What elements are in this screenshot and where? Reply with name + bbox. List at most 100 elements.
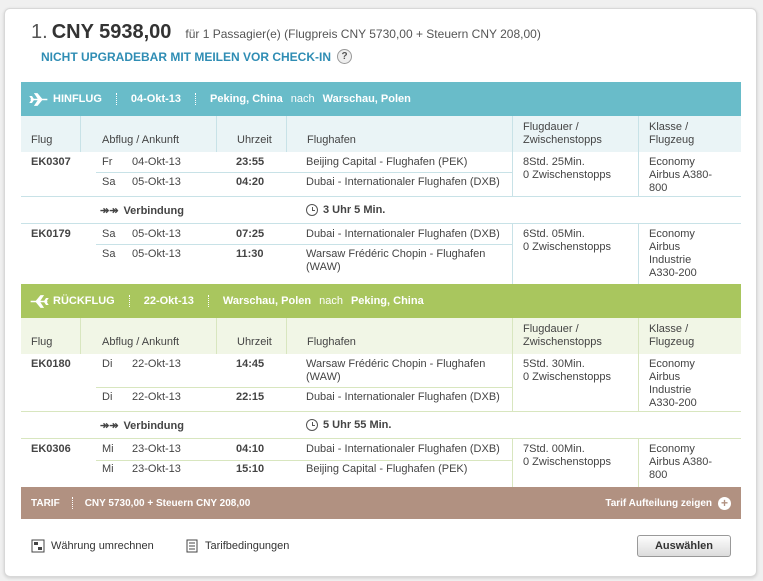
date: 23-Okt-13 bbox=[132, 443, 181, 455]
col-class-line1: Klasse / bbox=[649, 121, 689, 133]
airport: Dubai - Internationaler Flughafen (DXB) bbox=[306, 176, 500, 188]
grid-line bbox=[286, 318, 287, 354]
day: Mi bbox=[102, 443, 114, 455]
time: 04:20 bbox=[236, 176, 265, 188]
grid-line bbox=[512, 318, 513, 411]
aircraft: Airbus bbox=[649, 241, 681, 253]
col-duration-line1: Flugdauer / bbox=[523, 323, 579, 335]
airport: Warsaw Frédéric Chopin - Flughafen bbox=[306, 248, 486, 260]
col-duration-line2: Zwischenstopps bbox=[523, 336, 602, 348]
grid-line bbox=[80, 318, 81, 354]
stops: 0 Zwischenstopps bbox=[523, 371, 612, 383]
connection-label: Verbindung bbox=[123, 204, 184, 217]
help-icon[interactable]: ? bbox=[337, 49, 352, 64]
connection-time-row: 3 Uhr 5 Min. bbox=[306, 204, 385, 216]
time: 15:10 bbox=[236, 463, 265, 475]
tarif-breakdown: CNY 5730,00 + Steuern CNY 208,00 bbox=[84, 497, 251, 509]
airport: Dubai - Internationaler Flughafen (DXB) bbox=[306, 391, 500, 403]
date: 22-Okt-13 bbox=[132, 358, 181, 370]
grid-line bbox=[216, 318, 217, 354]
class: Economy bbox=[649, 228, 695, 240]
time: 04:10 bbox=[236, 443, 265, 455]
grid-line bbox=[21, 223, 741, 224]
aircraft: Airbus A380- bbox=[649, 169, 712, 181]
price-summary: 1. CNY 5938,00 für 1 Passagier(e) (Flugp… bbox=[31, 21, 541, 44]
aircraft: 800 bbox=[649, 182, 668, 194]
return-date: 22-Okt-13 bbox=[143, 295, 194, 307]
fare-option-card: 1. CNY 5938,00 für 1 Passagier(e) (Flugp… bbox=[4, 8, 757, 577]
aircraft: A330-200 bbox=[649, 267, 697, 279]
date: 05-Okt-13 bbox=[132, 176, 181, 188]
divider bbox=[128, 295, 130, 307]
select-button[interactable]: Auswählen bbox=[637, 535, 731, 557]
tariff-terms-label[interactable]: Tarifbedingungen bbox=[205, 540, 289, 552]
connection-time: 3 Uhr 5 Min. bbox=[323, 204, 386, 216]
connection-time-row: 5 Uhr 55 Min. bbox=[306, 419, 391, 431]
return-to-word: nach bbox=[319, 295, 343, 307]
return-column-header: Flug Abflug / Ankunft Uhrzeit Flughafen … bbox=[21, 318, 741, 354]
clock-icon bbox=[306, 419, 318, 431]
stops: 0 Zwischenstopps bbox=[523, 456, 612, 468]
duration: 7Std. 00Min. bbox=[523, 443, 585, 455]
grid-line bbox=[216, 116, 217, 152]
grid-line bbox=[638, 223, 639, 284]
document-icon bbox=[186, 539, 198, 553]
date: 05-Okt-13 bbox=[132, 228, 181, 240]
grid-line bbox=[512, 223, 513, 284]
total-price: CNY 5938,00 bbox=[51, 21, 172, 43]
flight-number: EK0180 bbox=[31, 358, 71, 370]
plus-icon[interactable]: + bbox=[718, 496, 731, 510]
col-flight: Flug bbox=[31, 134, 53, 146]
divider bbox=[207, 295, 209, 307]
time: 23:55 bbox=[236, 156, 265, 168]
date: 04-Okt-13 bbox=[132, 156, 181, 168]
aircraft: Industrie bbox=[649, 384, 692, 396]
col-class-line2: Flugzeug bbox=[649, 336, 695, 348]
outbound-origin: Peking, China bbox=[210, 93, 283, 105]
col-airport: Flughafen bbox=[307, 336, 356, 348]
airport: Warsaw Frédéric Chopin - Flughafen bbox=[306, 358, 486, 370]
return-label: RÜCKFLUG bbox=[53, 295, 115, 307]
return-header: RÜCKFLUG 22-Okt-13 Warschau, Polen nach … bbox=[21, 284, 741, 318]
grid-line bbox=[96, 460, 512, 461]
time: 07:25 bbox=[236, 228, 265, 240]
flight-number: EK0307 bbox=[31, 156, 71, 168]
return-origin: Warschau, Polen bbox=[222, 295, 312, 307]
col-time: Uhrzeit bbox=[237, 134, 272, 146]
tarif-details-link[interactable]: Tarif Aufteilung zeigen + bbox=[605, 496, 731, 510]
col-duration-line2: Zwischenstopps bbox=[523, 134, 602, 146]
outbound-date: 04-Okt-13 bbox=[130, 93, 182, 105]
grid-line bbox=[512, 116, 513, 196]
grid-line bbox=[96, 244, 512, 245]
class: Economy bbox=[649, 358, 695, 370]
airport-code: (WAW) bbox=[306, 261, 341, 273]
date: 05-Okt-13 bbox=[132, 248, 181, 260]
flight-number: EK0179 bbox=[31, 228, 71, 240]
tarif-bar: TARIF CNY 5730,00 + Steuern CNY 208,00 T… bbox=[21, 487, 741, 519]
class: Economy bbox=[649, 156, 695, 168]
grid-line bbox=[96, 387, 512, 388]
currency-convert-label[interactable]: Währung umrechnen bbox=[51, 540, 154, 552]
tarif-details-label[interactable]: Tarif Aufteilung zeigen bbox=[605, 498, 712, 509]
day: Sa bbox=[102, 248, 116, 260]
aircraft: Airbus bbox=[649, 371, 681, 383]
divider bbox=[195, 93, 197, 105]
grid-line bbox=[638, 116, 639, 196]
passenger-price-breakdown: für 1 Passagier(e) (Flugpreis CNY 5730,0… bbox=[185, 27, 541, 41]
tariff-terms-link[interactable]: Tarifbedingungen bbox=[185, 539, 289, 553]
outbound-to-word: nach bbox=[290, 93, 315, 105]
col-class-line2: Flugzeug bbox=[649, 134, 695, 146]
time: 11:30 bbox=[236, 248, 264, 260]
airport: Beijing Capital - Flughafen (PEK) bbox=[306, 463, 468, 475]
outbound-column-header: Flug Abflug / Ankunft Uhrzeit Flughafen … bbox=[21, 116, 741, 152]
airport: Dubai - Internationaler Flughafen (DXB) bbox=[306, 443, 500, 455]
date: 22-Okt-13 bbox=[132, 391, 181, 403]
grid-line bbox=[512, 438, 513, 487]
currency-convert-link[interactable]: Währung umrechnen bbox=[31, 539, 154, 553]
grid-line bbox=[286, 116, 287, 152]
grid-line bbox=[638, 438, 639, 487]
stops: 0 Zwischenstopps bbox=[523, 169, 612, 181]
plane-icon bbox=[30, 294, 49, 308]
connection-row: ↠↠ Verbindung bbox=[100, 204, 184, 218]
plane-icon bbox=[29, 92, 48, 106]
